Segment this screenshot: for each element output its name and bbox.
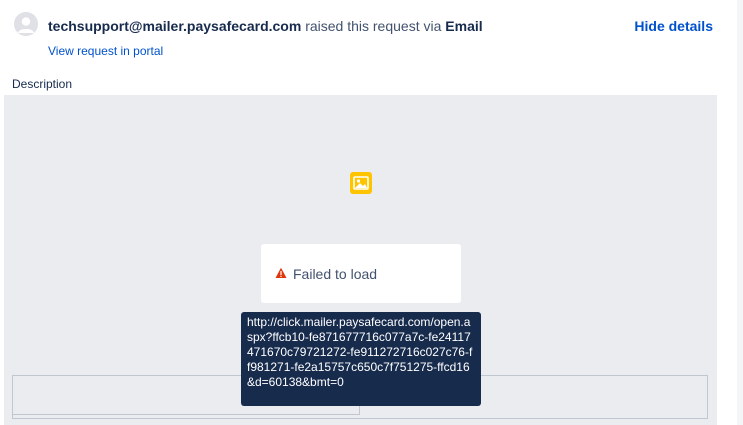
requester-line: techsupport@mailer.paysafecard.com raise…	[48, 17, 483, 35]
scrollbar[interactable]	[737, 0, 743, 425]
hide-details-button[interactable]: Hide details	[634, 17, 713, 35]
image-icon	[350, 172, 372, 194]
description-label: Description	[12, 77, 73, 91]
requester-email: techsupport@mailer.paysafecard.com	[48, 18, 302, 34]
user-avatar-icon	[14, 12, 38, 36]
failed-to-load-text: Failed to load	[293, 266, 378, 282]
view-in-portal-link[interactable]: View request in portal	[48, 43, 163, 59]
avatar	[14, 12, 38, 36]
link-tooltip: http://click.mailer.paysafecard.com/open…	[241, 312, 481, 406]
warning-triangle-icon	[275, 267, 287, 278]
failed-to-load-box: Failed to load	[261, 244, 461, 303]
raised-text: raised this request via	[305, 18, 442, 34]
channel-name: Email	[445, 18, 483, 34]
